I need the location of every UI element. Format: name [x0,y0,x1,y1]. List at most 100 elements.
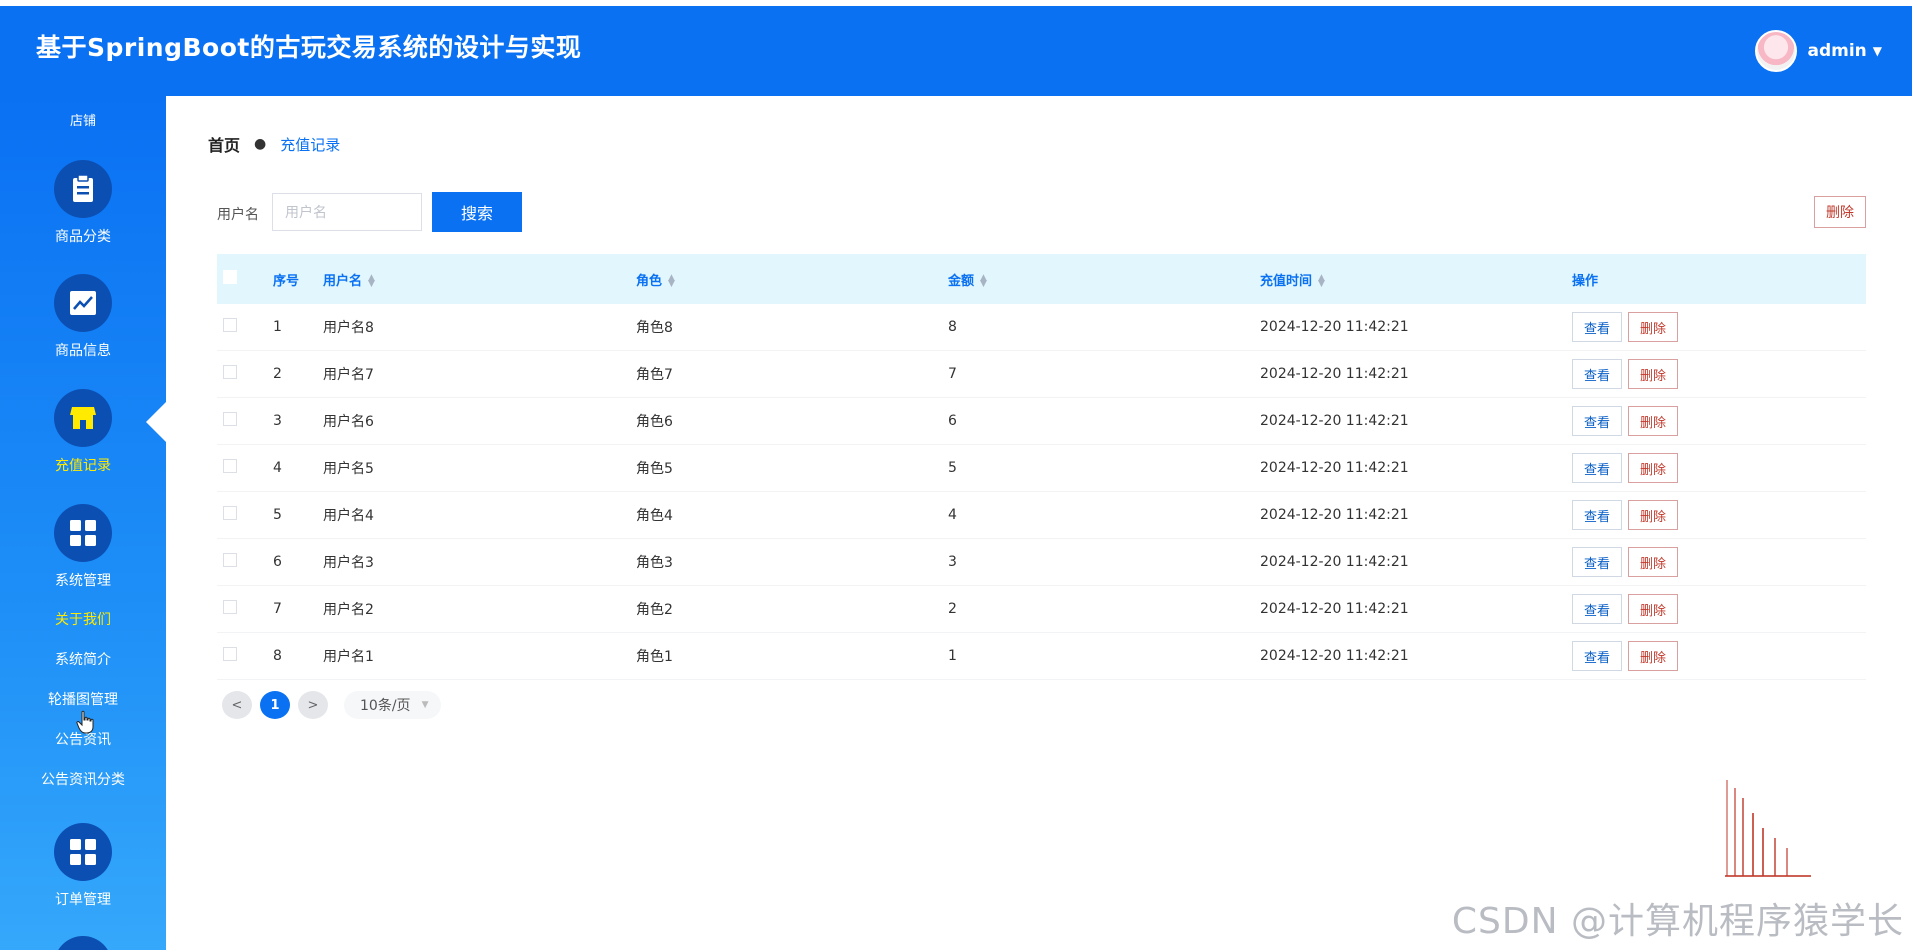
sidebar-item-label: 商品信息 [55,343,111,359]
row-checkbox[interactable] [223,553,237,567]
row-checkbox[interactable] [223,459,237,473]
avatar[interactable] [1755,30,1798,72]
page-size-select[interactable]: 10条/页 ▼ [344,691,441,719]
cell-index: 8 [273,648,282,664]
sort-icon[interactable]: ▲ ▼ [1318,274,1325,289]
row-checkbox[interactable] [223,412,237,426]
delete-button[interactable]: 删除 [1628,406,1678,436]
delete-button[interactable]: 删除 [1628,594,1678,624]
col-header-user[interactable]: 用户名 ▲ ▼ [323,270,636,289]
cell-time: 2024-12-20 11:42:21 [1260,601,1409,617]
grid-icon [54,823,112,881]
sidebar-sub-news-category[interactable]: 公告资讯分类 [0,769,166,789]
sort-icon[interactable]: ▲ ▼ [668,274,675,289]
top-header: 基于SpringBoot的古玩交易系统的设计与实现 admin ▼ [0,6,1912,96]
cell-user: 用户名5 [323,461,374,477]
row-checkbox[interactable] [223,600,237,614]
view-button[interactable]: 查看 [1572,547,1622,577]
delete-button[interactable]: 删除 [1628,453,1678,483]
cell-role: 角色3 [636,555,673,571]
next-page-button[interactable]: > [298,691,328,719]
cell-user: 用户名6 [323,414,374,430]
view-button[interactable]: 查看 [1572,641,1622,671]
sidebar-item-label: 充值记录 [55,458,111,474]
table-row: 3 用户名6 角色6 6 2024-12-20 11:42:21 查看 删除 [217,398,1866,445]
view-button[interactable]: 查看 [1572,453,1622,483]
sidebar-item-system[interactable]: 系统管理 [0,504,166,590]
cell-amount: 6 [948,413,957,429]
row-checkbox[interactable] [223,365,237,379]
cell-user: 用户名7 [323,367,374,383]
user-menu[interactable]: admin ▼ [1755,30,1882,72]
table-row: 4 用户名5 角色5 5 2024-12-20 11:42:21 查看 删除 [217,445,1866,492]
sort-icon[interactable]: ▲ ▼ [980,274,987,289]
delete-button[interactable]: 删除 [1628,500,1678,530]
cell-amount: 1 [948,648,957,664]
sidebar-sub-carousel[interactable]: 轮播图管理 [0,689,166,709]
page-number[interactable]: 1 [260,691,290,719]
table-row: 5 用户名4 角色4 4 2024-12-20 11:42:21 查看 删除 [217,492,1866,539]
caret-down-icon[interactable]: ▼ [1873,44,1882,58]
cell-index: 5 [273,507,282,523]
col-header-label: 金额 [948,273,975,289]
view-button[interactable]: 查看 [1572,406,1622,436]
cell-user: 用户名3 [323,555,374,571]
row-checkbox[interactable] [223,647,237,661]
app-title: 基于SpringBoot的古玩交易系统的设计与实现 [36,33,582,62]
delete-button[interactable]: 删除 [1628,359,1678,389]
col-header-amount[interactable]: 金额 ▲ ▼ [948,270,1260,289]
delete-button[interactable]: 删除 [1628,312,1678,342]
sidebar-item-goods[interactable]: 商品信息 [0,274,166,360]
cell-time: 2024-12-20 11:42:21 [1260,507,1409,523]
view-button[interactable]: 查看 [1572,359,1622,389]
sidebar-item-shop-partial[interactable]: 店铺 [0,110,166,129]
sidebar-item-label: 商品分类 [55,229,111,245]
page-size-value: 10条/页 [360,698,411,714]
col-header-label: 用户名 [323,273,363,289]
cell-role: 角色8 [636,320,673,336]
delete-button[interactable]: 删除 [1628,547,1678,577]
view-button[interactable]: 查看 [1572,500,1622,530]
sidebar-item-orders[interactable]: 订单管理 [0,823,166,909]
table-row: 2 用户名7 角色7 7 2024-12-20 11:42:21 查看 删除 [217,351,1866,398]
search-button[interactable]: 搜索 [432,192,522,232]
sidebar-item-label: 订单管理 [55,892,111,908]
view-button[interactable]: 查看 [1572,312,1622,342]
view-button[interactable]: 查看 [1572,594,1622,624]
cell-time: 2024-12-20 11:42:21 [1260,366,1409,382]
bulk-delete-button[interactable]: 删除 [1814,196,1866,228]
cell-time: 2024-12-20 11:42:21 [1260,460,1409,476]
sidebar-sub-about[interactable]: 关于我们 [0,609,166,629]
select-all-checkbox[interactable] [223,270,237,284]
table-row: 8 用户名1 角色1 1 2024-12-20 11:42:21 查看 删除 [217,633,1866,680]
breadcrumb-current: 充值记录 [280,135,341,154]
col-header-role[interactable]: 角色 ▲ ▼ [636,270,948,289]
cell-index: 6 [273,554,282,570]
shop-icon [54,389,112,447]
watermark: CSDN @计算机程序猿学长 [1451,901,1904,942]
cell-index: 4 [273,460,282,476]
recharge-table: 序号 用户名 ▲ ▼ 角色 ▲ ▼ 金额 ▲ ▼ 充值时间 ▲ ▼ 操作 1 用户名8 角色8 … [217,254,1866,680]
sidebar-item-recharge[interactable]: 充值记录 [0,389,166,475]
search-input[interactable] [272,193,422,231]
row-checkbox[interactable] [223,506,237,520]
cell-amount: 2 [948,601,957,617]
user-name[interactable]: admin [1807,41,1866,61]
sidebar-sub-intro[interactable]: 系统简介 [0,649,166,669]
delete-button[interactable]: 删除 [1628,641,1678,671]
sidebar-item-label: 系统管理 [55,573,111,589]
breadcrumb-separator: ● [254,136,267,152]
cell-index: 3 [273,413,282,429]
prev-page-button[interactable]: < [222,691,252,719]
row-checkbox[interactable] [223,318,237,332]
cell-amount: 8 [948,319,957,335]
cell-index: 7 [273,601,282,617]
cell-amount: 7 [948,366,957,382]
sort-icon[interactable]: ▲ ▼ [368,274,375,289]
sidebar-item-category[interactable]: 商品分类 [0,160,166,246]
table-row: 1 用户名8 角色8 8 2024-12-20 11:42:21 查看 删除 [217,304,1866,351]
breadcrumb-home[interactable]: 首页 [208,132,240,156]
sidebar-item-partial[interactable] [0,936,166,950]
col-header-time[interactable]: 充值时间 ▲ ▼ [1260,270,1572,289]
col-header-label: 角色 [636,273,663,289]
